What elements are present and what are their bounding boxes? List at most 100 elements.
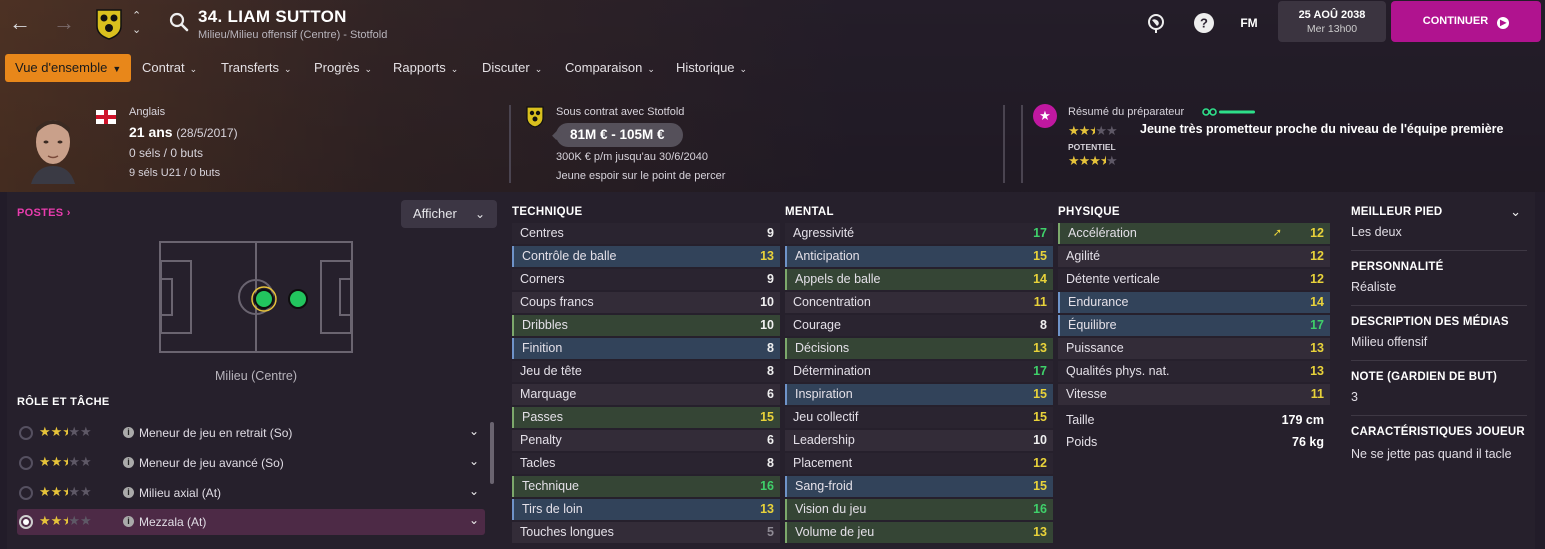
tab-contrat[interactable]: Contrat ⌄ bbox=[132, 54, 207, 82]
attribute-row[interactable]: Touches longues 5 bbox=[512, 522, 780, 543]
attribute-row[interactable]: Marquage 6 bbox=[512, 384, 780, 405]
continue-button[interactable]: CONTINUER ▶ bbox=[1391, 1, 1541, 42]
attribute-row[interactable]: Puissance 13 bbox=[1058, 338, 1330, 359]
attribute-row[interactable]: Accélération 12 ➚ bbox=[1058, 223, 1330, 244]
attribute-row[interactable]: Appels de balle 14 bbox=[785, 269, 1053, 290]
attribute-row[interactable]: Placement 12 bbox=[785, 453, 1053, 474]
role-radio[interactable] bbox=[19, 515, 33, 529]
attribute-row[interactable]: Jeu collectif 15 bbox=[785, 407, 1053, 428]
back-arrow-icon[interactable]: ← bbox=[6, 10, 34, 38]
chevron-down-icon[interactable]: ⌄ bbox=[469, 424, 479, 438]
attribute-value: 16 bbox=[1033, 502, 1047, 516]
attribute-row[interactable]: Tirs de loin 13 bbox=[512, 499, 780, 520]
attribute-name: Dribbles bbox=[522, 318, 568, 332]
attribute-value: 9 bbox=[767, 272, 774, 286]
height-row: Taille 179 cm bbox=[1058, 410, 1330, 431]
show-dropdown[interactable]: Afficher ⌄ bbox=[401, 200, 497, 228]
club-crest-icon[interactable] bbox=[95, 8, 123, 40]
club-badge-icon bbox=[526, 106, 544, 128]
attribute-row[interactable]: Vision du jeu 16 bbox=[785, 499, 1053, 520]
attribute-row[interactable]: Courage 8 bbox=[785, 315, 1053, 336]
attribute-row[interactable]: Corners 9 bbox=[512, 269, 780, 290]
tab-discuter[interactable]: Discuter ⌄ bbox=[472, 54, 552, 82]
attribute-row[interactable]: Jeu de tête 8 bbox=[512, 361, 780, 382]
attribute-row[interactable]: Passes 15 bbox=[512, 407, 780, 428]
attribute-row[interactable]: Équilibre 17 bbox=[1058, 315, 1330, 336]
attribute-name: Corners bbox=[520, 272, 565, 286]
divider bbox=[1021, 105, 1023, 183]
fm-menu-button[interactable]: FM bbox=[1238, 12, 1260, 34]
tab-historique[interactable]: Historique ⌄ bbox=[666, 54, 757, 82]
role-row[interactable]: ★★★★★ i Milieu axial (At) ⌄ bbox=[17, 480, 485, 506]
globe-icon[interactable] bbox=[1145, 12, 1167, 34]
trend-up-icon: ➚ bbox=[1272, 227, 1282, 239]
chevron-down-icon[interactable]: ⌄ bbox=[469, 484, 479, 498]
attribute-row[interactable]: Inspiration 15 bbox=[785, 384, 1053, 405]
attribute-value: 14 bbox=[1033, 272, 1047, 286]
tab-transferts[interactable]: Transferts ⌄ bbox=[211, 54, 302, 82]
tab-comparaison[interactable]: Comparaison ⌄ bbox=[555, 54, 665, 82]
info-icon[interactable]: i bbox=[123, 457, 134, 468]
attribute-row[interactable]: Tacles 8 bbox=[512, 453, 780, 474]
forward-arrow-icon[interactable]: → bbox=[50, 10, 78, 38]
attribute-row[interactable]: Détente verticale 12 bbox=[1058, 269, 1330, 290]
physique-title: PHYSIQUE bbox=[1058, 206, 1120, 218]
attribute-row[interactable]: Centres 9 bbox=[512, 223, 780, 244]
attribute-row[interactable]: Endurance 14 bbox=[1058, 292, 1330, 313]
attribute-row[interactable]: Agressivité 17 bbox=[785, 223, 1053, 244]
chevron-down-icon[interactable]: ⌄ bbox=[469, 454, 479, 468]
search-icon[interactable] bbox=[168, 11, 190, 33]
attribute-row[interactable]: Dribbles 10 bbox=[512, 315, 780, 336]
attribute-row[interactable]: Contrôle de balle 13 bbox=[512, 246, 780, 267]
role-radio[interactable] bbox=[19, 456, 33, 470]
info-icon[interactable]: i bbox=[123, 487, 134, 498]
attribute-row[interactable]: Anticipation 15 bbox=[785, 246, 1053, 267]
attribute-value: 15 bbox=[760, 410, 774, 424]
attribute-name: Endurance bbox=[1068, 295, 1129, 309]
role-radio[interactable] bbox=[19, 426, 33, 440]
role-name: Meneur de jeu avancé (So) bbox=[139, 456, 284, 470]
role-row-selected[interactable]: ★★★★★ i Mezzala (At) ⌄ bbox=[17, 509, 485, 535]
chevron-down-icon[interactable]: ⌄ bbox=[469, 513, 479, 527]
attribute-name: Vitesse bbox=[1066, 387, 1107, 401]
media-description-title: DESCRIPTION DES MÉDIAS bbox=[1351, 316, 1509, 328]
attribute-row[interactable]: Penalty 6 bbox=[512, 430, 780, 451]
attribute-name: Sang-froid bbox=[795, 479, 853, 493]
info-icon[interactable]: i bbox=[123, 427, 134, 438]
england-flag-icon bbox=[96, 110, 116, 124]
attribute-row[interactable]: Technique 16 bbox=[512, 476, 780, 497]
attribute-name: Détente verticale bbox=[1066, 272, 1160, 286]
attribute-row[interactable]: Vitesse 11 bbox=[1058, 384, 1330, 405]
tab-rapports[interactable]: Rapports ⌄ bbox=[383, 54, 468, 82]
attribute-row[interactable]: Coups francs 10 bbox=[512, 292, 780, 313]
role-row[interactable]: ★★★★★ i Meneur de jeu avancé (So) ⌄ bbox=[17, 450, 485, 476]
attribute-value: 13 bbox=[760, 502, 774, 516]
attribute-name: Équilibre bbox=[1068, 318, 1117, 332]
chevron-down-icon[interactable]: ⌄ bbox=[1510, 204, 1521, 220]
roles-scrollbar[interactable] bbox=[490, 422, 494, 484]
attribute-row[interactable]: Sang-froid 15 bbox=[785, 476, 1053, 497]
attribute-row[interactable]: Décisions 13 bbox=[785, 338, 1053, 359]
player-switch-icon[interactable]: ⌃ ⌄ bbox=[132, 9, 141, 37]
attribute-row[interactable]: Concentration 11 bbox=[785, 292, 1053, 313]
help-icon[interactable]: ? bbox=[1193, 12, 1215, 34]
attribute-row[interactable]: Finition 8 bbox=[512, 338, 780, 359]
attribute-row[interactable]: Agilité 12 bbox=[1058, 246, 1330, 267]
role-name: Milieu axial (At) bbox=[139, 486, 222, 500]
attribute-row[interactable]: Qualités phys. nat. 13 bbox=[1058, 361, 1330, 382]
attribute-row[interactable]: Détermination 17 bbox=[785, 361, 1053, 382]
attribute-value: 11 bbox=[1310, 387, 1324, 401]
info-icon[interactable]: i bbox=[123, 516, 134, 527]
positions-title[interactable]: POSTES › bbox=[17, 207, 71, 219]
best-foot-value: Les deux bbox=[1351, 225, 1402, 239]
date-box[interactable]: 25 AOÛ 2038 Mer 13h00 bbox=[1278, 1, 1386, 42]
continue-label: CONTINUER bbox=[1422, 15, 1489, 27]
attribute-row[interactable]: Volume de jeu 13 bbox=[785, 522, 1053, 543]
tab-vue-ensemble[interactable]: Vue d'ensemble ▼ bbox=[5, 54, 132, 82]
attribute-name: Anticipation bbox=[795, 249, 860, 263]
tab-progres[interactable]: Progrès ⌄ bbox=[304, 54, 382, 82]
value-range[interactable]: 81M € - 105M € bbox=[556, 123, 683, 147]
role-radio[interactable] bbox=[19, 486, 33, 500]
attribute-row[interactable]: Leadership 10 bbox=[785, 430, 1053, 451]
role-row[interactable]: ★★★★★ i Meneur de jeu en retrait (So) ⌄ bbox=[17, 420, 485, 446]
